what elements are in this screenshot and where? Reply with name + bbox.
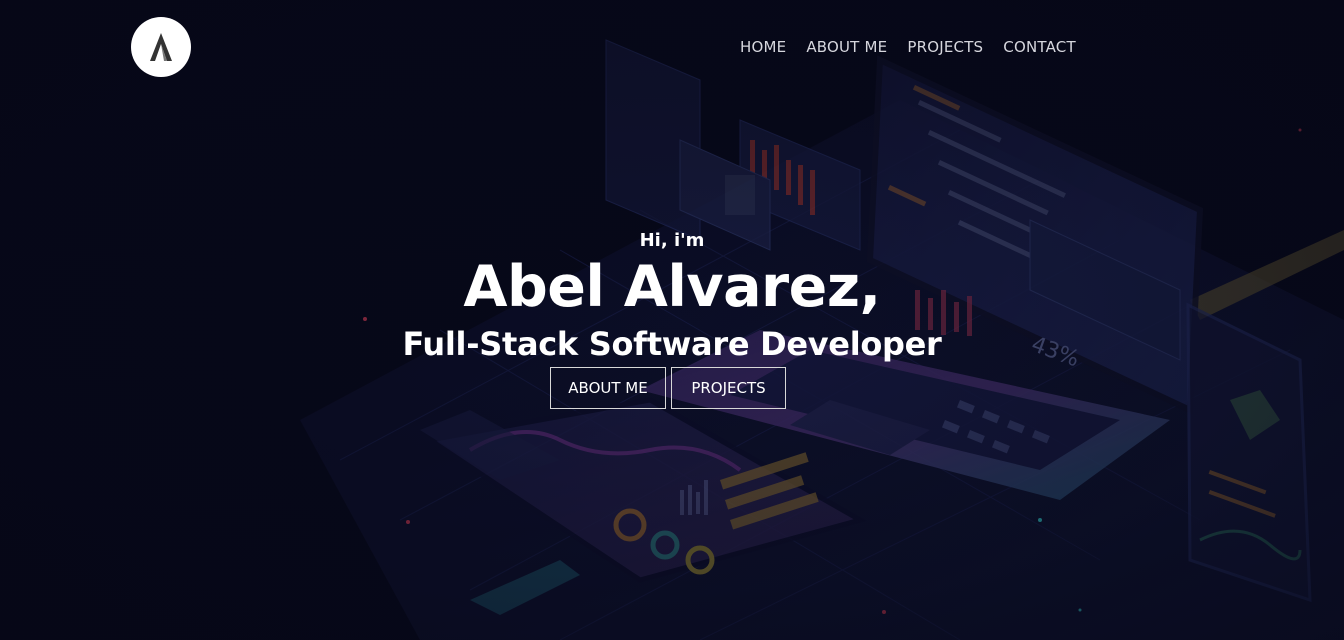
- hero-greeting: Hi, i'm: [639, 230, 705, 251]
- nav-about-link[interactable]: ABOUT ME: [806, 38, 887, 56]
- projects-button[interactable]: PROJECTS: [671, 367, 786, 409]
- logo-button[interactable]: [131, 17, 191, 77]
- letter-a-logo-icon: [150, 33, 172, 61]
- hero-buttons: ABOUT ME PROJECTS: [550, 367, 786, 409]
- nav-projects-link[interactable]: PROJECTS: [907, 38, 983, 56]
- about-me-button[interactable]: ABOUT ME: [550, 367, 666, 409]
- nav-home-link[interactable]: HOME: [740, 38, 786, 56]
- nav-contact-link[interactable]: CONTACT: [1003, 38, 1076, 56]
- main-nav: HOME ABOUT ME PROJECTS CONTACT: [740, 38, 1076, 56]
- hero-name: Abel Alvarez,: [463, 254, 881, 320]
- background-illustration: 43%: [0, 0, 1344, 640]
- hero-role: Full-Stack Software Developer: [402, 325, 942, 363]
